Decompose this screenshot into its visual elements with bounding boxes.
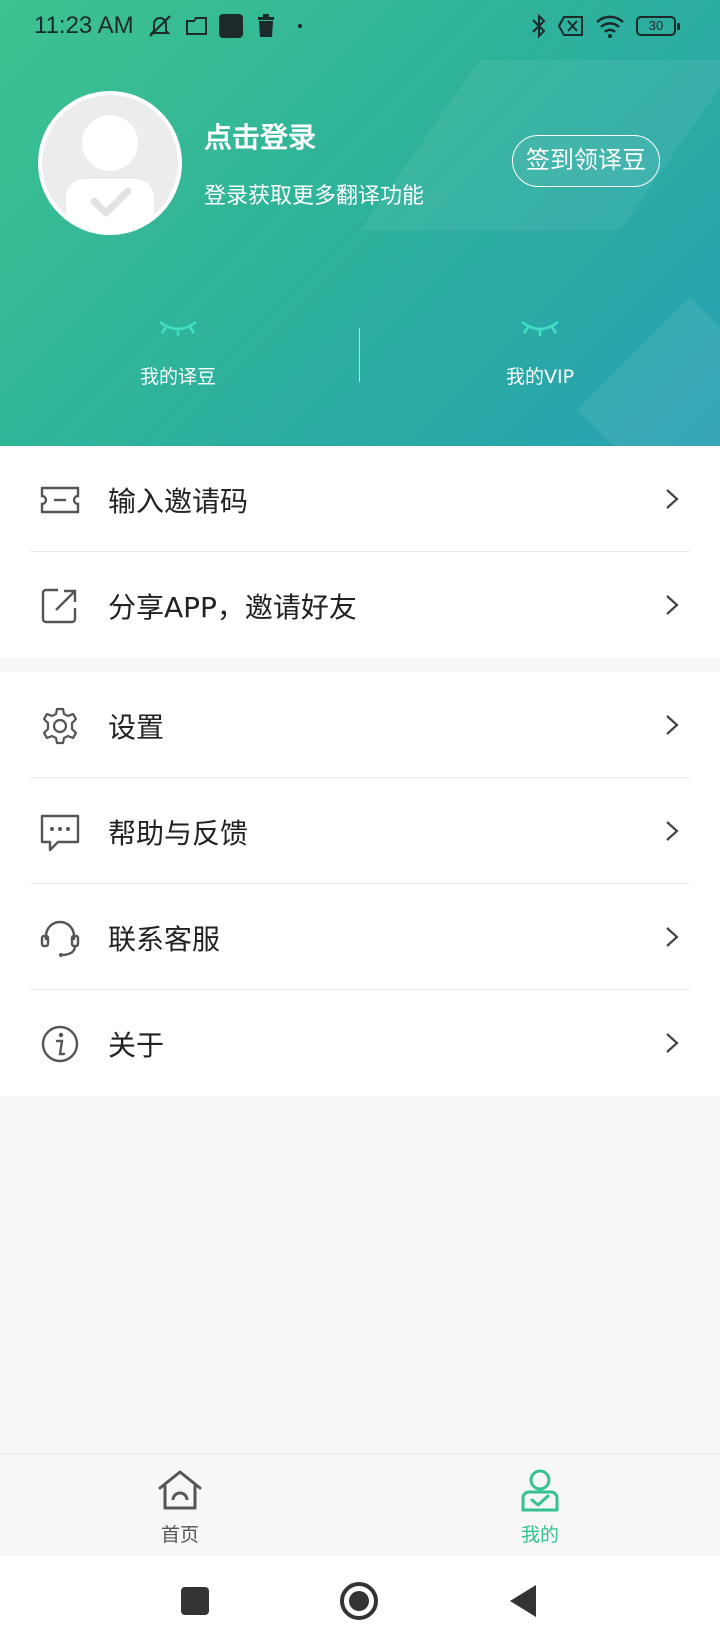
tab-mine[interactable]: 我的: [480, 1468, 600, 1547]
dot-icon: [298, 24, 302, 28]
chevron-right-icon: [666, 821, 679, 841]
menu-item-share-app[interactable]: 分享APP，邀请好友: [0, 552, 720, 658]
ticket-icon: [40, 486, 80, 514]
no-sim-icon: [557, 16, 583, 36]
home-circle-icon[interactable]: [338, 1580, 380, 1622]
default-avatar-icon: [66, 115, 154, 231]
bottom-tab-bar: 首页 我的: [0, 1453, 720, 1556]
bluetooth-icon: [532, 13, 546, 39]
recents-square-icon[interactable]: [178, 1584, 212, 1618]
menu-item-help-feedback[interactable]: 帮助与反馈: [0, 778, 720, 884]
menu-item-label: 设置: [108, 711, 165, 744]
profile-icon: [521, 1469, 559, 1512]
login-title[interactable]: 点击登录: [204, 116, 316, 156]
login-subtitle: 登录获取更多翻译功能: [204, 184, 425, 209]
home-icon: [158, 1470, 202, 1510]
menu-item-invite-code[interactable]: 输入邀请码: [0, 446, 720, 552]
chevron-right-icon: [666, 595, 679, 615]
battery-icon: 30: [636, 16, 680, 36]
menu-item-label: 分享APP，邀请好友: [108, 591, 357, 624]
stat-label: 我的译豆: [139, 366, 216, 388]
info-icon: [41, 1025, 79, 1063]
wifi-icon: [596, 15, 624, 38]
menu-group-general: 设置 帮助与反馈 联系客服 关于: [0, 672, 720, 1096]
mute-bell-icon: [149, 15, 171, 37]
menu-item-label: 输入邀请码: [108, 485, 249, 518]
chevron-right-icon: [666, 715, 679, 735]
chevron-right-icon: [666, 927, 679, 947]
chat-bubble-icon: [40, 814, 80, 852]
menu-group-invite: 输入邀请码 分享APP，邀请好友: [0, 446, 720, 658]
closed-eye-icon: [521, 320, 559, 336]
tab-home[interactable]: 首页: [120, 1468, 240, 1547]
menu-item-settings[interactable]: 设置: [0, 672, 720, 778]
gear-icon: [42, 707, 78, 745]
closed-eye-icon: [159, 320, 197, 336]
menu-item-label: 关于: [108, 1029, 165, 1062]
profile-header: 11:23 AM 30 点击登录 登录获取更多翻译功能 签到领译豆 我的译豆 我…: [0, 0, 720, 446]
back-triangle-icon[interactable]: [506, 1582, 540, 1620]
stat-divider: [359, 328, 360, 382]
stat-my-vip[interactable]: 我的VIP: [440, 316, 640, 389]
status-time: 11:23 AM: [34, 12, 134, 39]
status-bar: 11:23 AM 30: [0, 0, 720, 54]
chevron-right-icon: [666, 1033, 679, 1053]
app-square-icon: [219, 14, 243, 38]
tab-label: 首页: [160, 1524, 199, 1546]
menu-item-about[interactable]: 关于: [0, 990, 720, 1096]
trash-icon: [258, 14, 274, 37]
chevron-right-icon: [666, 489, 679, 509]
menu-item-contact-service[interactable]: 联系客服: [0, 884, 720, 990]
headset-icon: [40, 920, 80, 957]
avatar[interactable]: [38, 91, 182, 235]
menu-item-label: 帮助与反馈: [108, 817, 249, 850]
folder-icon: [186, 17, 207, 35]
menu-item-label: 联系客服: [108, 923, 221, 956]
system-nav-bar: [0, 1556, 720, 1650]
tab-label: 我的: [520, 1524, 559, 1546]
share-icon: [41, 588, 77, 624]
stat-label: 我的VIP: [505, 366, 575, 388]
stat-my-beans[interactable]: 我的译豆: [78, 316, 278, 389]
checkin-button[interactable]: 签到领译豆: [512, 135, 660, 187]
